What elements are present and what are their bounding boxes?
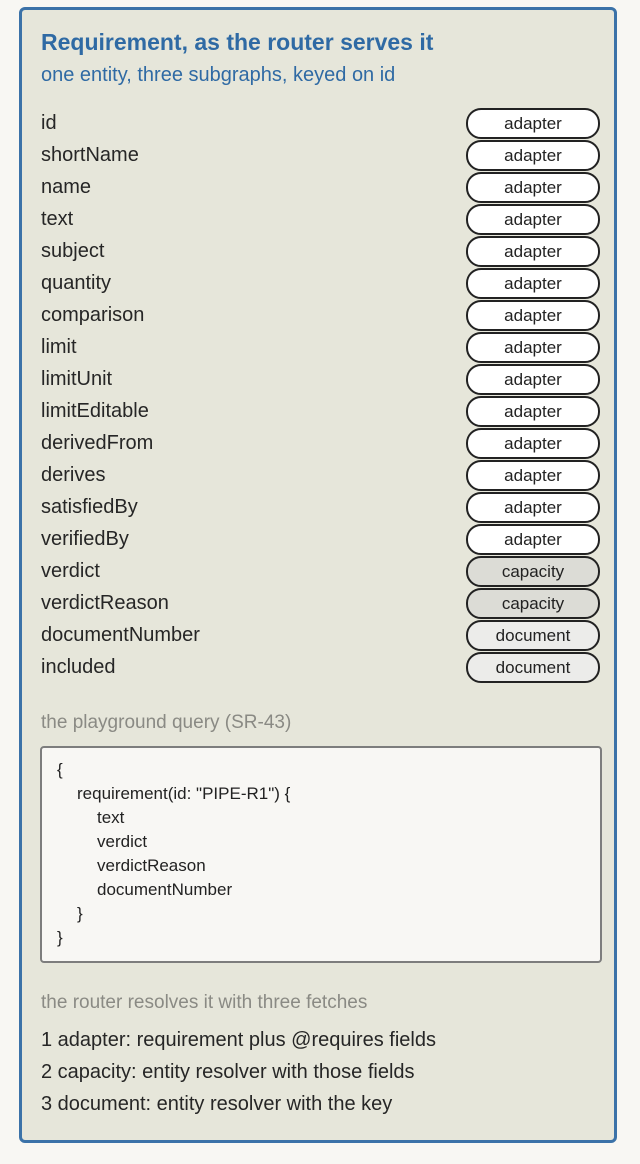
subgraph-badge: capacity bbox=[466, 588, 600, 619]
field-name: verdict bbox=[41, 560, 100, 582]
subgraph-badge: adapter bbox=[466, 428, 600, 459]
field-name: text bbox=[41, 208, 74, 230]
subgraph-badge: adapter bbox=[466, 300, 600, 331]
field-list: id adapter shortName adapter name adapter text… bbox=[41, 107, 601, 683]
subgraph-badge: adapter bbox=[466, 492, 600, 523]
field-row: documentNumber document bbox=[41, 619, 601, 651]
field-row: included document bbox=[41, 651, 601, 683]
field-row: limitEditable adapter bbox=[41, 395, 601, 427]
subgraph-badge: adapter bbox=[466, 204, 600, 235]
code-line: text bbox=[97, 808, 125, 827]
subgraph-badge: adapter bbox=[466, 172, 600, 203]
subgraph-badge: adapter bbox=[466, 460, 600, 491]
subgraph-badge: document bbox=[466, 620, 600, 651]
subgraph-badge: adapter bbox=[466, 236, 600, 267]
field-name: derives bbox=[41, 464, 106, 486]
field-name: included bbox=[41, 656, 116, 678]
field-row: verdict capacity bbox=[41, 555, 601, 587]
subgraph-badge: adapter bbox=[466, 332, 600, 363]
code-line: documentNumber bbox=[97, 880, 233, 899]
field-name: limitEditable bbox=[41, 400, 149, 422]
field-row: limitUnit adapter bbox=[41, 363, 601, 395]
subgraph-badge: adapter bbox=[466, 524, 600, 555]
field-name: limit bbox=[41, 336, 77, 358]
subgraph-badge: capacity bbox=[466, 556, 600, 587]
subgraph-badge: adapter bbox=[466, 140, 600, 171]
field-row: id adapter bbox=[41, 107, 601, 139]
field-row: quantity adapter bbox=[41, 267, 601, 299]
code-line: verdict bbox=[97, 832, 148, 851]
query-label: the playground query (SR-43) bbox=[41, 712, 292, 733]
field-name: documentNumber bbox=[41, 624, 200, 646]
subgraph-badge: adapter bbox=[466, 108, 600, 139]
field-name: limitUnit bbox=[41, 368, 113, 390]
subgraph-badge: document bbox=[466, 652, 600, 683]
field-name: verifiedBy bbox=[41, 528, 129, 550]
fetch-item: 1 adapter: requirement plus @requires fi… bbox=[41, 1029, 436, 1051]
field-row: derivedFrom adapter bbox=[41, 427, 601, 459]
card-subtitle: one entity, three subgraphs, keyed on id bbox=[41, 64, 396, 86]
field-name: shortName bbox=[41, 144, 139, 166]
card-title: Requirement, as the router serves it bbox=[41, 29, 434, 55]
requirement-card: Requirement, as the router serves it one… bbox=[19, 7, 617, 1143]
field-row: satisfiedBy adapter bbox=[41, 491, 601, 523]
code-line: } bbox=[77, 904, 83, 923]
field-row: text adapter bbox=[41, 203, 601, 235]
code-line: verdictReason bbox=[97, 856, 206, 875]
fetch-item: 3 document: entity resolver with the key bbox=[41, 1093, 393, 1115]
code-line: { bbox=[57, 760, 63, 779]
field-row: shortName adapter bbox=[41, 139, 601, 171]
fetch-list: 1 adapter: requirement plus @requires fi… bbox=[41, 1024, 436, 1120]
field-name: name bbox=[41, 176, 92, 198]
field-name: id bbox=[41, 112, 57, 134]
query-code-block: { requirement(id: "PIPE-R1") { text verdict… bbox=[40, 746, 602, 963]
field-name: verdictReason bbox=[41, 592, 169, 614]
subgraph-badge: adapter bbox=[466, 364, 600, 395]
field-name: comparison bbox=[41, 304, 145, 326]
code-line: requirement(id: "PIPE-R1") { bbox=[77, 784, 291, 803]
field-row: verifiedBy adapter bbox=[41, 523, 601, 555]
field-row: derives adapter bbox=[41, 459, 601, 491]
field-name: quantity bbox=[41, 272, 112, 294]
field-row: verdictReason capacity bbox=[41, 587, 601, 619]
field-row: name adapter bbox=[41, 171, 601, 203]
field-name: satisfiedBy bbox=[41, 496, 138, 518]
field-row: subject adapter bbox=[41, 235, 601, 267]
subgraph-badge: adapter bbox=[466, 396, 600, 427]
field-name: derivedFrom bbox=[41, 432, 154, 454]
subgraph-badge: adapter bbox=[466, 268, 600, 299]
field-row: limit adapter bbox=[41, 331, 601, 363]
fetch-label: the router resolves it with three fetche… bbox=[41, 992, 368, 1013]
fetch-item: 2 capacity: entity resolver with those f… bbox=[41, 1061, 415, 1083]
field-name: subject bbox=[41, 240, 105, 262]
field-row: comparison adapter bbox=[41, 299, 601, 331]
code-line: } bbox=[57, 928, 63, 947]
